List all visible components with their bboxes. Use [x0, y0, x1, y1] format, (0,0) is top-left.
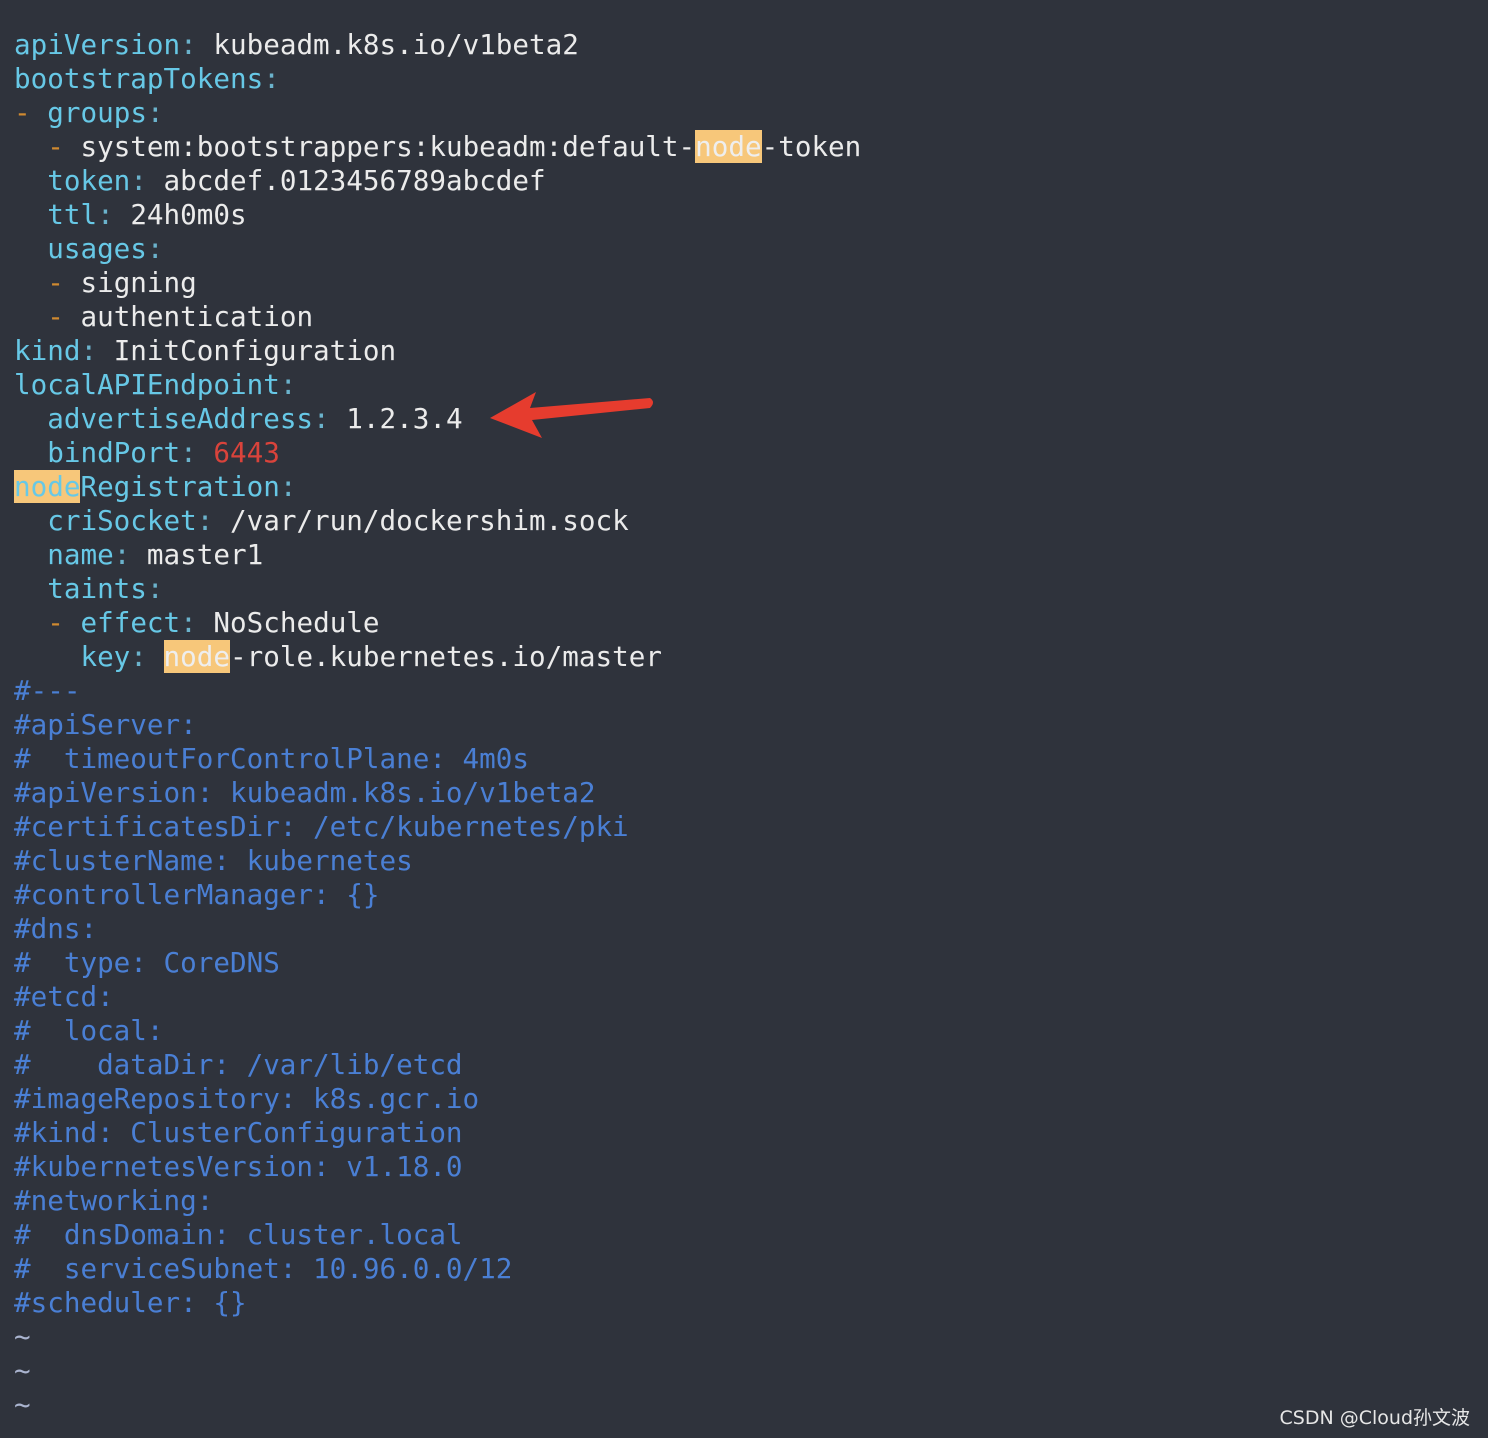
- code-line: bindPort: 6443: [0, 436, 1488, 470]
- yaml-colon: :: [97, 198, 114, 231]
- comment-line: #controllerManager: {}: [14, 878, 380, 911]
- yaml-key: name: [47, 538, 114, 571]
- code-line: - groups:: [0, 96, 1488, 130]
- yaml-value: master1: [130, 538, 264, 571]
- yaml-colon: :: [130, 164, 147, 197]
- comment-line: # timeoutForControlPlane: 4m0s: [14, 742, 529, 775]
- yaml-key: effect: [80, 606, 181, 639]
- comment-line: #certificatesDir: /etc/kubernetes/pki: [14, 810, 629, 843]
- search-match-highlight: node: [14, 470, 81, 503]
- list-dash: -: [47, 606, 64, 639]
- yaml-key: groups: [47, 96, 147, 129]
- yaml-value: kubeadm.k8s.io/v1beta2: [196, 28, 579, 61]
- yaml-colon: :: [196, 504, 214, 537]
- comment-line: # dnsDomain: cluster.local: [14, 1218, 463, 1251]
- code-line: kind: InitConfiguration: [0, 334, 1488, 368]
- comment-line: #---: [14, 674, 81, 707]
- code-line: - signing: [0, 266, 1488, 300]
- comment-line: #dns:: [14, 912, 98, 945]
- code-line: bootstrapTokens:: [0, 62, 1488, 96]
- code-line: usages:: [0, 232, 1488, 266]
- yaml-key: criSocket: [47, 504, 197, 537]
- yaml-value: InitConfiguration: [97, 334, 397, 367]
- list-dash: -: [47, 300, 64, 333]
- empty-line-tilde: ~: [14, 1388, 31, 1421]
- code-line: - effect: NoSchedule: [0, 606, 1488, 640]
- yaml-colon: :: [313, 402, 330, 435]
- yaml-value: abcdef.0123456789abcdef: [146, 164, 546, 197]
- editor-buffer[interactable]: apiVersion: kubeadm.k8s.io/v1beta2 boots…: [0, 28, 1488, 1422]
- yaml-colon: :: [130, 640, 147, 673]
- yaml-key: Registration: [80, 470, 280, 503]
- code-line: - system:bootstrappers:kubeadm:default-n…: [0, 130, 1488, 164]
- code-line: - authentication: [0, 300, 1488, 334]
- yaml-colon: :: [80, 334, 98, 367]
- annotation-arrow-icon: [490, 392, 653, 438]
- yaml-colon: :: [146, 96, 164, 129]
- code-line: localAPIEndpoint:: [0, 368, 1488, 402]
- code-line: apiVersion: kubeadm.k8s.io/v1beta2: [0, 28, 1488, 62]
- list-dash: -: [14, 96, 31, 129]
- yaml-key: usages: [47, 232, 147, 265]
- yaml-key: apiVersion: [14, 28, 181, 61]
- yaml-key: bindPort: [47, 436, 181, 469]
- comment-line: #scheduler: {}: [14, 1286, 247, 1319]
- advertise-address-value: 1.2.3.4: [329, 402, 463, 435]
- empty-line-tilde: ~: [14, 1354, 31, 1387]
- yaml-value: NoSchedule: [196, 606, 380, 639]
- yaml-key: advertiseAddress: [47, 402, 314, 435]
- code-line: ttl: 24h0m0s: [0, 198, 1488, 232]
- yaml-key: key: [80, 640, 131, 673]
- search-match-highlight: node: [695, 130, 762, 163]
- yaml-colon: :: [263, 62, 280, 95]
- yaml-key: bootstrapTokens: [14, 62, 264, 95]
- code-line: key: node-role.kubernetes.io/master: [0, 640, 1488, 674]
- comment-line: #apiServer:: [14, 708, 197, 741]
- yaml-key: taints: [47, 572, 147, 605]
- code-line: taints:: [0, 572, 1488, 606]
- yaml-value: 24h0m0s: [113, 198, 247, 231]
- yaml-value: -role.kubernetes.io/master: [230, 640, 662, 673]
- comment-line: #etcd:: [14, 980, 114, 1013]
- empty-line-tilde: ~: [14, 1320, 31, 1353]
- list-dash: -: [47, 130, 64, 163]
- comment-line: #kubernetesVersion: v1.18.0: [14, 1150, 463, 1183]
- comment-line: # dataDir: /var/lib/etcd: [14, 1048, 463, 1081]
- yaml-value: /var/run/dockershim.sock: [213, 504, 629, 537]
- yaml-colon: :: [180, 436, 197, 469]
- code-line: criSocket: /var/run/dockershim.sock: [0, 504, 1488, 538]
- code-line: advertiseAddress: 1.2.3.4: [0, 402, 1488, 436]
- comment-line: #apiVersion: kubeadm.k8s.io/v1beta2: [14, 776, 596, 809]
- yaml-key: token: [47, 164, 131, 197]
- yaml-value: signing: [63, 266, 197, 299]
- yaml-colon: :: [180, 606, 197, 639]
- comment-line: # serviceSubnet: 10.96.0.0/12: [14, 1252, 513, 1285]
- yaml-colon: :: [279, 470, 297, 503]
- yaml-colon: :: [180, 28, 197, 61]
- code-line: token: abcdef.0123456789abcdef: [0, 164, 1488, 198]
- yaml-key: kind: [14, 334, 81, 367]
- yaml-colon: :: [279, 368, 297, 401]
- comment-line: #kind: ClusterConfiguration: [14, 1116, 463, 1149]
- search-match-highlight: node: [163, 640, 230, 673]
- yaml-colon: :: [146, 572, 164, 605]
- watermark: CSDN @Cloud孙文波: [1279, 1407, 1470, 1429]
- comment-line: # type: CoreDNS: [14, 946, 280, 979]
- comment-line: #networking:: [14, 1184, 214, 1217]
- comment-line: #imageRepository: k8s.gcr.io: [14, 1082, 480, 1115]
- comment-line: # local:: [14, 1014, 164, 1047]
- yaml-key: localAPIEndpoint: [14, 368, 280, 401]
- yaml-value: system:bootstrappers:kubeadm:default-: [63, 130, 696, 163]
- list-dash: -: [47, 266, 64, 299]
- comment-line: #clusterName: kubernetes: [14, 844, 413, 877]
- yaml-colon: :: [146, 232, 164, 265]
- yaml-colon: :: [113, 538, 131, 571]
- yaml-value: authentication: [63, 300, 314, 333]
- code-line: nodeRegistration:: [0, 470, 1488, 504]
- yaml-number-value: 6443: [213, 436, 280, 469]
- yaml-key: ttl: [47, 198, 98, 231]
- yaml-value: -token: [761, 130, 862, 163]
- code-line: name: master1: [0, 538, 1488, 572]
